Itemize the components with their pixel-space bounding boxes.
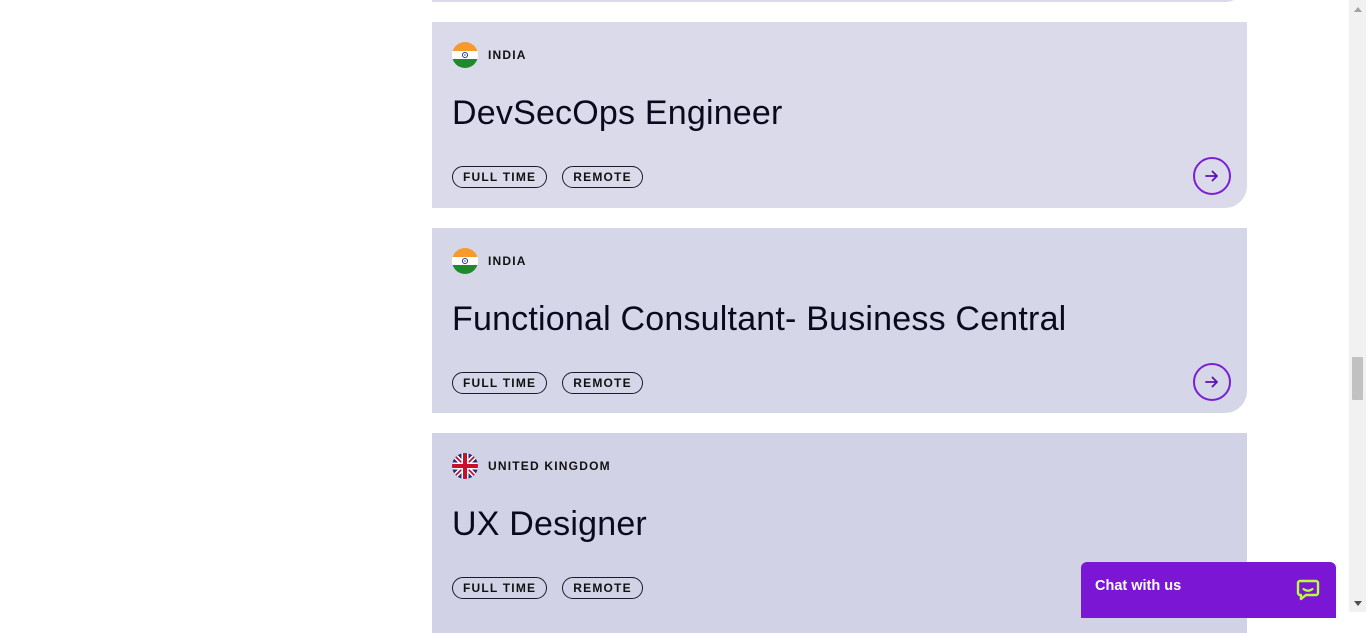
job-location: INDIA xyxy=(452,42,527,68)
vertical-scrollbar[interactable] xyxy=(1349,0,1366,612)
chat-bubble-icon xyxy=(1296,579,1320,601)
job-title[interactable]: UX Designer xyxy=(452,505,647,544)
view-job-button[interactable] xyxy=(1193,157,1231,195)
scrollbar-thumb[interactable] xyxy=(1352,357,1363,400)
job-card-previous[interactable] xyxy=(432,0,1247,2)
tag-work-mode: REMOTE xyxy=(562,577,643,599)
arrow-right-icon xyxy=(1205,170,1218,182)
tag-work-mode: REMOTE xyxy=(562,166,643,188)
job-tags: FULL TIME REMOTE xyxy=(452,577,643,599)
job-location: INDIA xyxy=(452,248,527,274)
job-title[interactable]: Functional Consultant- Business Central xyxy=(452,300,1066,339)
job-tags: FULL TIME REMOTE xyxy=(452,166,643,188)
view-job-button[interactable] xyxy=(1193,363,1231,401)
job-tags: FULL TIME REMOTE xyxy=(452,372,643,394)
tag-employment-type: FULL TIME xyxy=(452,372,548,394)
chat-widget-button[interactable]: Chat with us xyxy=(1081,562,1336,618)
location-label: INDIA xyxy=(488,254,527,268)
scroll-up-button[interactable] xyxy=(1349,0,1366,17)
india-flag-icon xyxy=(452,42,478,68)
job-location: UNITED KINGDOM xyxy=(452,453,611,479)
scroll-down-button[interactable] xyxy=(1349,595,1366,612)
job-title[interactable]: DevSecOps Engineer xyxy=(452,94,783,133)
india-flag-icon xyxy=(452,248,478,274)
arrow-right-icon xyxy=(1205,376,1218,388)
location-label: INDIA xyxy=(488,48,527,62)
tag-employment-type: FULL TIME xyxy=(452,577,548,599)
uk-flag-icon xyxy=(452,453,478,479)
job-card[interactable]: INDIA DevSecOps Engineer FULL TIME REMOT… xyxy=(432,22,1247,208)
tag-work-mode: REMOTE xyxy=(562,372,643,394)
caret-down-icon xyxy=(1353,600,1362,606)
job-card[interactable]: INDIA Functional Consultant- Business Ce… xyxy=(432,228,1247,413)
tag-employment-type: FULL TIME xyxy=(452,166,548,188)
caret-up-icon xyxy=(1353,6,1362,12)
chat-label: Chat with us xyxy=(1095,578,1182,594)
location-label: UNITED KINGDOM xyxy=(488,459,611,473)
